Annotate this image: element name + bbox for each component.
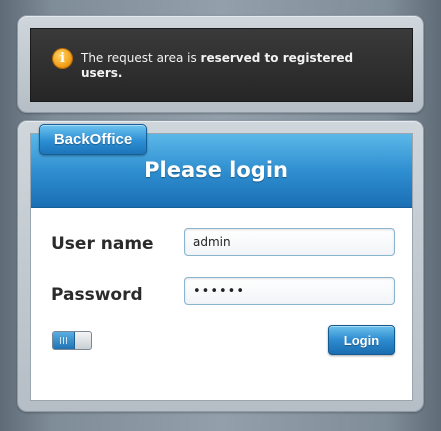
info-icon: i [53,49,72,68]
notice-panel: i The request area is reserved to regist… [17,15,424,113]
backoffice-tab[interactable]: BackOffice [39,124,147,155]
notice-text-regular: The request area is [81,51,201,65]
username-field[interactable] [184,228,395,256]
remember-me-toggle[interactable] [52,331,92,350]
toggle-handle [53,332,75,349]
login-panel: Please login User name Password Login [17,120,424,412]
page-title: Please login [144,158,288,182]
username-label: User name [51,234,154,254]
notice-message-box: i The request area is reserved to regist… [30,28,413,102]
login-button[interactable]: Login [328,325,395,355]
password-field[interactable] [184,277,395,305]
login-form: Please login User name Password Login [30,133,413,401]
grip-icon [60,337,67,344]
password-label: Password [51,285,143,305]
notice-text: The request area is reserved to register… [81,51,381,81]
